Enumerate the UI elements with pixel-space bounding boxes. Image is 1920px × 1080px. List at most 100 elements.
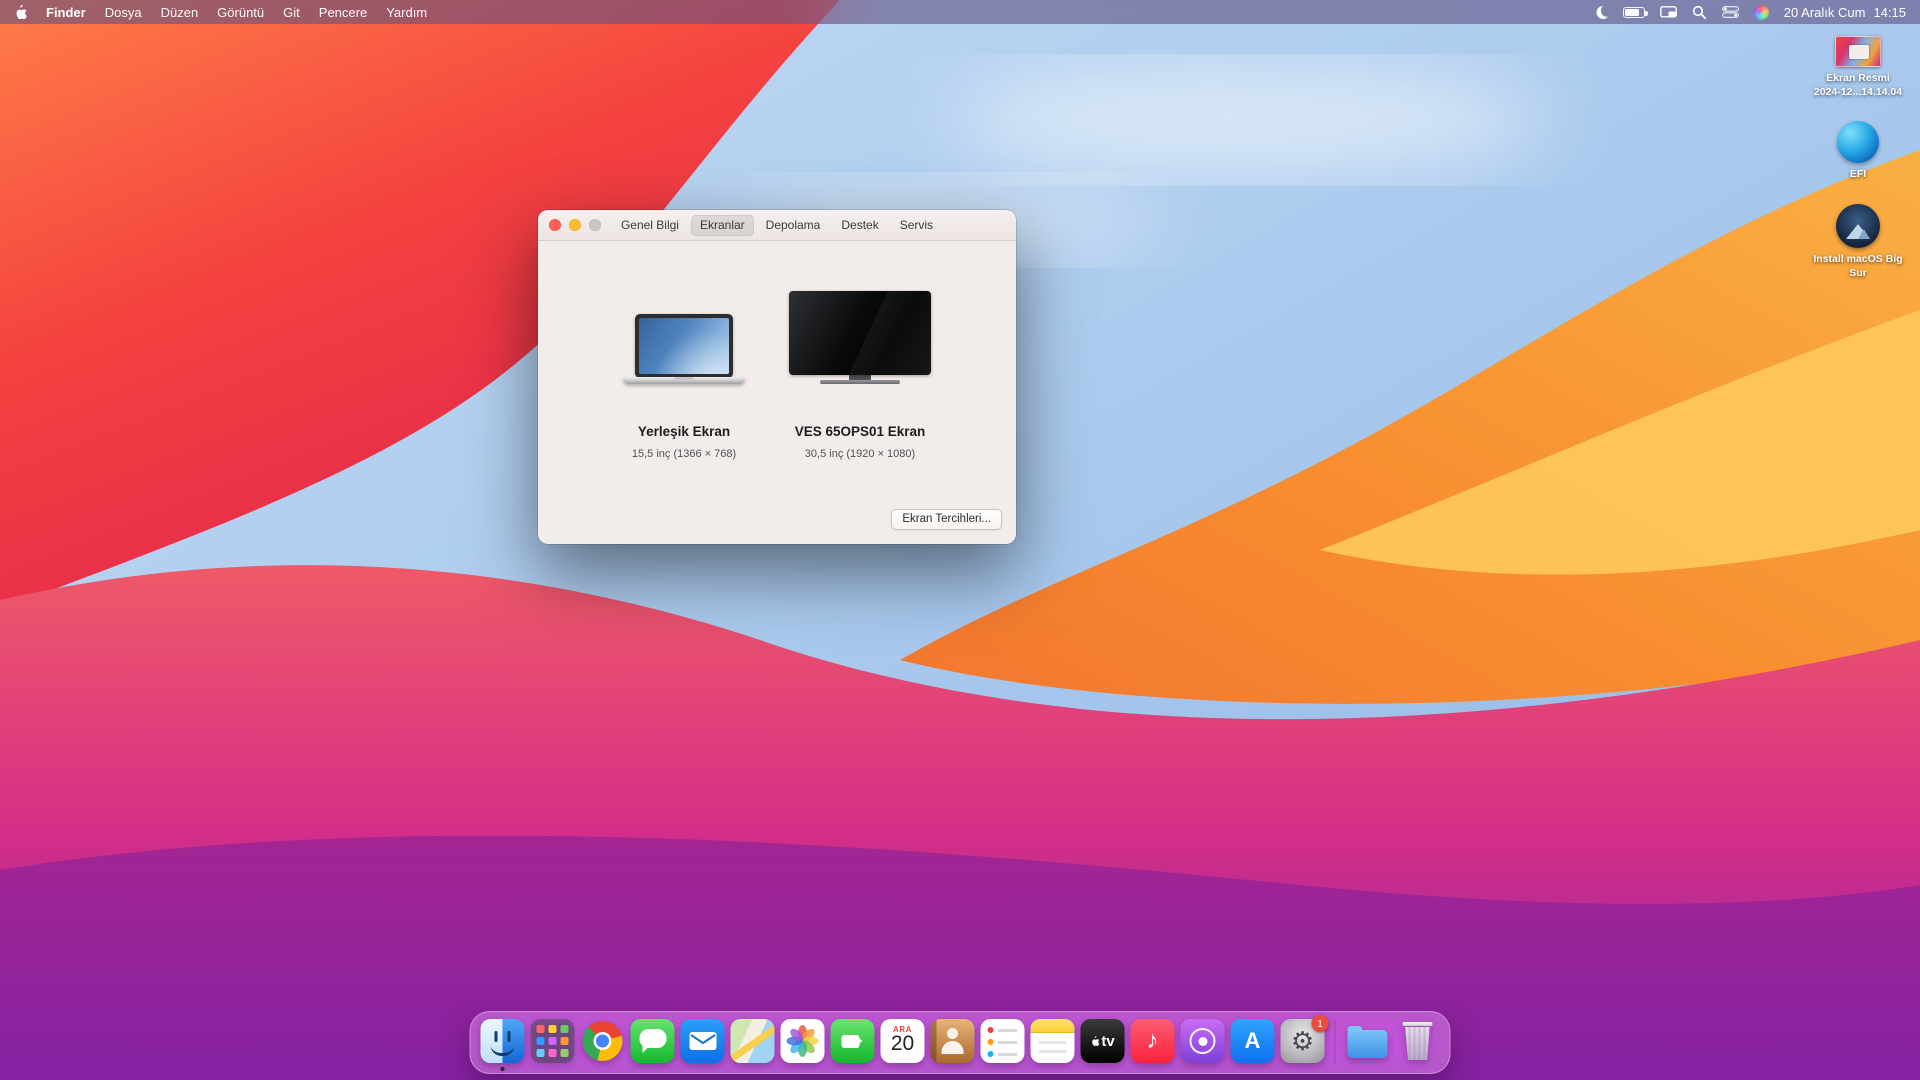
dock-trash[interactable] [1396, 1019, 1440, 1063]
dock-messages[interactable] [631, 1019, 675, 1063]
dock: ARA 20 [470, 1011, 1451, 1074]
tab-depolama[interactable]: Depolama [757, 215, 830, 236]
dock-contacts[interactable] [931, 1019, 975, 1063]
tv-label: tv [1101, 1033, 1114, 1050]
desktop-icon-install-macos[interactable]: Install macOS Big Sur [1806, 204, 1910, 280]
contact-silhouette-head [947, 1028, 958, 1039]
desktop-icon-column: Ekran Resmi 2024-12...14.14.04 EFI Insta… [1806, 36, 1910, 280]
dock-separator [1335, 1019, 1336, 1063]
external-display-graphic [789, 291, 931, 384]
dock-podcasts[interactable] [1181, 1019, 1225, 1063]
tab-ekranlar[interactable]: Ekranlar [691, 215, 754, 236]
dock-finder[interactable] [481, 1019, 525, 1063]
installer-icon [1836, 204, 1880, 248]
external-display-column: VES 65OPS01 Ekran 30,5 inç (1920 × 1080) [789, 291, 931, 460]
menu-app-name[interactable]: Finder [46, 5, 86, 20]
menu-duzen[interactable]: Düzen [161, 5, 199, 20]
menu-goruntu[interactable]: Görüntü [217, 5, 264, 20]
dock-launchpad[interactable] [531, 1019, 575, 1063]
close-button[interactable] [549, 219, 561, 231]
screenshot-label: Ekran Resmi 2024-12...14.14.04 [1814, 72, 1902, 99]
menu-time: 14:15 [1873, 5, 1906, 20]
launchpad-cell [549, 1025, 557, 1033]
dock-reminders[interactable] [981, 1019, 1025, 1063]
dock-container: ARA 20 [470, 1011, 1451, 1074]
apple-menu-icon[interactable] [14, 4, 27, 20]
menu-bar: Finder Dosya Düzen Görüntü Git Pencere Y… [0, 0, 1920, 24]
efi-label: EFI [1850, 168, 1866, 182]
desktop-icon-screenshot[interactable]: Ekran Resmi 2024-12...14.14.04 [1806, 36, 1910, 99]
podcast-core [1198, 1037, 1207, 1046]
launchpad-cell [561, 1025, 569, 1033]
music-note-glyph: ♪ [1147, 1027, 1159, 1055]
siri-icon[interactable] [1754, 5, 1769, 20]
launchpad-cell [549, 1037, 557, 1045]
tab-genel-bilgi[interactable]: Genel Bilgi [612, 215, 688, 236]
launchpad-cell [537, 1049, 545, 1057]
dock-music[interactable]: ♪ [1131, 1019, 1175, 1063]
menu-dosya[interactable]: Dosya [105, 5, 142, 20]
gear-icon: ⚙ [1291, 1028, 1314, 1054]
zoom-button[interactable] [589, 219, 601, 231]
trash-icon [1396, 1019, 1440, 1063]
menu-yardim[interactable]: Yardım [386, 5, 427, 20]
desktop: Finder Dosya Düzen Görüntü Git Pencere Y… [0, 0, 1920, 1080]
display-mirroring-icon[interactable] [1660, 6, 1677, 19]
calendar-icon: ARA 20 [881, 1019, 925, 1063]
laptop-screen [635, 314, 733, 378]
apple-logo-icon [1090, 1035, 1099, 1047]
podcasts-icon [1181, 1019, 1225, 1063]
dock-appstore[interactable]: A [1231, 1019, 1275, 1063]
dock-mail[interactable] [681, 1019, 725, 1063]
trash-body [1404, 1027, 1432, 1060]
external-display-name: VES 65OPS01 Ekran [795, 424, 926, 439]
installer-label: Install macOS Big Sur [1813, 253, 1902, 280]
menu-pencere[interactable]: Pencere [319, 5, 367, 20]
dock-maps[interactable] [731, 1019, 775, 1063]
menu-git[interactable]: Git [283, 5, 300, 20]
notes-icon [1031, 1019, 1075, 1063]
note-line [1039, 1050, 1067, 1053]
music-icon: ♪ [1131, 1019, 1175, 1063]
finder-smile [491, 1045, 515, 1056]
display-preferences-button[interactable]: Ekran Tercihleri... [891, 509, 1002, 530]
launchpad-icon [531, 1019, 575, 1063]
dock-chrome[interactable] [581, 1019, 625, 1063]
dock-calendar[interactable]: ARA 20 [881, 1019, 925, 1063]
dock-system-preferences[interactable]: 1 ⚙ [1281, 1019, 1325, 1063]
app-store-a: A [1245, 1028, 1261, 1054]
dock-photos[interactable] [781, 1019, 825, 1063]
tab-destek[interactable]: Destek [832, 215, 887, 236]
external-display-spec: 30,5 inç (1920 × 1080) [805, 448, 915, 460]
do-not-disturb-moon-icon[interactable] [1594, 5, 1608, 19]
dock-notes[interactable] [1031, 1019, 1075, 1063]
notification-badge: 1 [1312, 1015, 1329, 1032]
traffic-lights [549, 210, 601, 240]
launchpad-cell [561, 1049, 569, 1057]
tab-servis[interactable]: Servis [891, 215, 942, 236]
spotlight-search-icon[interactable] [1692, 5, 1707, 20]
window-titlebar: Genel Bilgi Ekranlar Depolama Destek Ser… [538, 210, 1016, 241]
dock-facetime[interactable] [831, 1019, 875, 1063]
desktop-icon-efi[interactable]: EFI [1806, 121, 1910, 182]
menu-clock[interactable]: 20 Aralık Cum 14:15 [1784, 5, 1906, 20]
minimize-button[interactable] [569, 219, 581, 231]
podcast-ring [1190, 1028, 1216, 1054]
trash-lid [1403, 1022, 1433, 1026]
dock-appletv[interactable]: tv [1081, 1019, 1125, 1063]
folder-icon [1346, 1019, 1390, 1063]
window-content: Yerleşik Ekran 15,5 inç (1366 × 768) VES… [538, 241, 1016, 543]
mail-icon [681, 1019, 725, 1063]
launchpad-cell [537, 1037, 545, 1045]
control-center-icon[interactable] [1722, 6, 1739, 18]
app-store-icon: A [1231, 1019, 1275, 1063]
running-indicator [501, 1067, 505, 1071]
efi-disk-icon [1837, 121, 1879, 163]
screenshot-thumbnail-icon [1835, 36, 1881, 67]
video-camera-shape [841, 1035, 859, 1048]
battery-icon[interactable] [1623, 7, 1645, 18]
about-this-mac-window: Genel Bilgi Ekranlar Depolama Destek Ser… [538, 210, 1016, 544]
dock-downloads-folder[interactable] [1346, 1019, 1390, 1063]
builtin-display-column: Yerleşik Ekran 15,5 inç (1366 × 768) [623, 314, 745, 460]
tv-base [820, 380, 900, 384]
